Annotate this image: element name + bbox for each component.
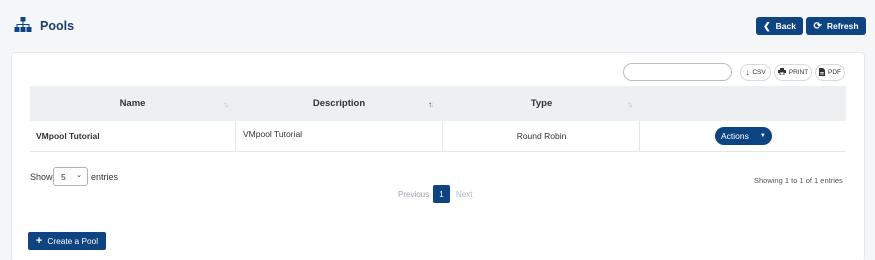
cell-description: VMpool Tutorial: [243, 129, 303, 139]
search-input[interactable]: [623, 63, 732, 81]
print-button[interactable]: PRINT: [774, 64, 812, 81]
create-pool-button[interactable]: + Create a Pool: [28, 232, 106, 250]
next-page-button[interactable]: Next: [456, 190, 472, 199]
create-pool-label: Create a Pool: [47, 236, 99, 246]
print-label: PRINT: [788, 69, 809, 76]
file-pdf-icon: [819, 67, 825, 78]
chevron-left-icon: ❮: [763, 20, 771, 31]
csv-export-button[interactable]: ↓ CSV: [740, 64, 771, 81]
sitemap-icon: [14, 17, 32, 33]
cell-divider: [235, 121, 236, 151]
page-1-button[interactable]: 1: [433, 185, 450, 203]
column-header-name[interactable]: Name: [30, 86, 235, 121]
chevron-down-icon: ⌄: [76, 172, 82, 179]
caret-down-icon: ▼: [759, 133, 766, 139]
table-header: Name ↑↓ Description ↑↓ Type ↑↓: [30, 86, 846, 121]
actions-label: Actions: [721, 131, 749, 141]
sort-icon: ↑↓: [223, 100, 229, 109]
refresh-button[interactable]: ⟳ Refresh: [806, 17, 866, 35]
entries-per-page-select[interactable]: 5 ⌄: [53, 167, 88, 186]
cell-divider: [639, 121, 640, 151]
cell-name: VMpool Tutorial: [36, 131, 100, 141]
pdf-export-button[interactable]: PDF: [815, 64, 845, 81]
column-header-type[interactable]: Type: [443, 86, 640, 121]
cell-type: Round Robin: [516, 131, 567, 141]
previous-page-button[interactable]: Previous: [398, 190, 429, 199]
csv-label: CSV: [752, 69, 766, 76]
back-label: Back: [775, 21, 796, 31]
pools-card: [11, 52, 865, 260]
printer-icon: [777, 68, 786, 77]
download-icon: ↓: [745, 68, 750, 77]
table-info: Showing 1 to 1 of 1 entries: [754, 176, 843, 185]
plus-icon: +: [35, 234, 43, 247]
entries-value: 5: [61, 171, 66, 182]
entries-label: entries: [91, 172, 119, 182]
column-header-description[interactable]: Description: [235, 86, 443, 121]
pdf-label: PDF: [828, 69, 841, 76]
sort-ascending-icon: ↑↓: [428, 100, 434, 109]
show-label: Show: [30, 172, 53, 182]
actions-dropdown-button[interactable]: Actions ▼: [715, 127, 772, 145]
refresh-icon: ⟳: [813, 20, 822, 32]
sort-icon: ↑↓: [627, 100, 633, 109]
refresh-label: Refresh: [826, 21, 859, 31]
page-title: Pools: [40, 19, 75, 33]
back-button[interactable]: ❮ Back: [756, 17, 803, 35]
